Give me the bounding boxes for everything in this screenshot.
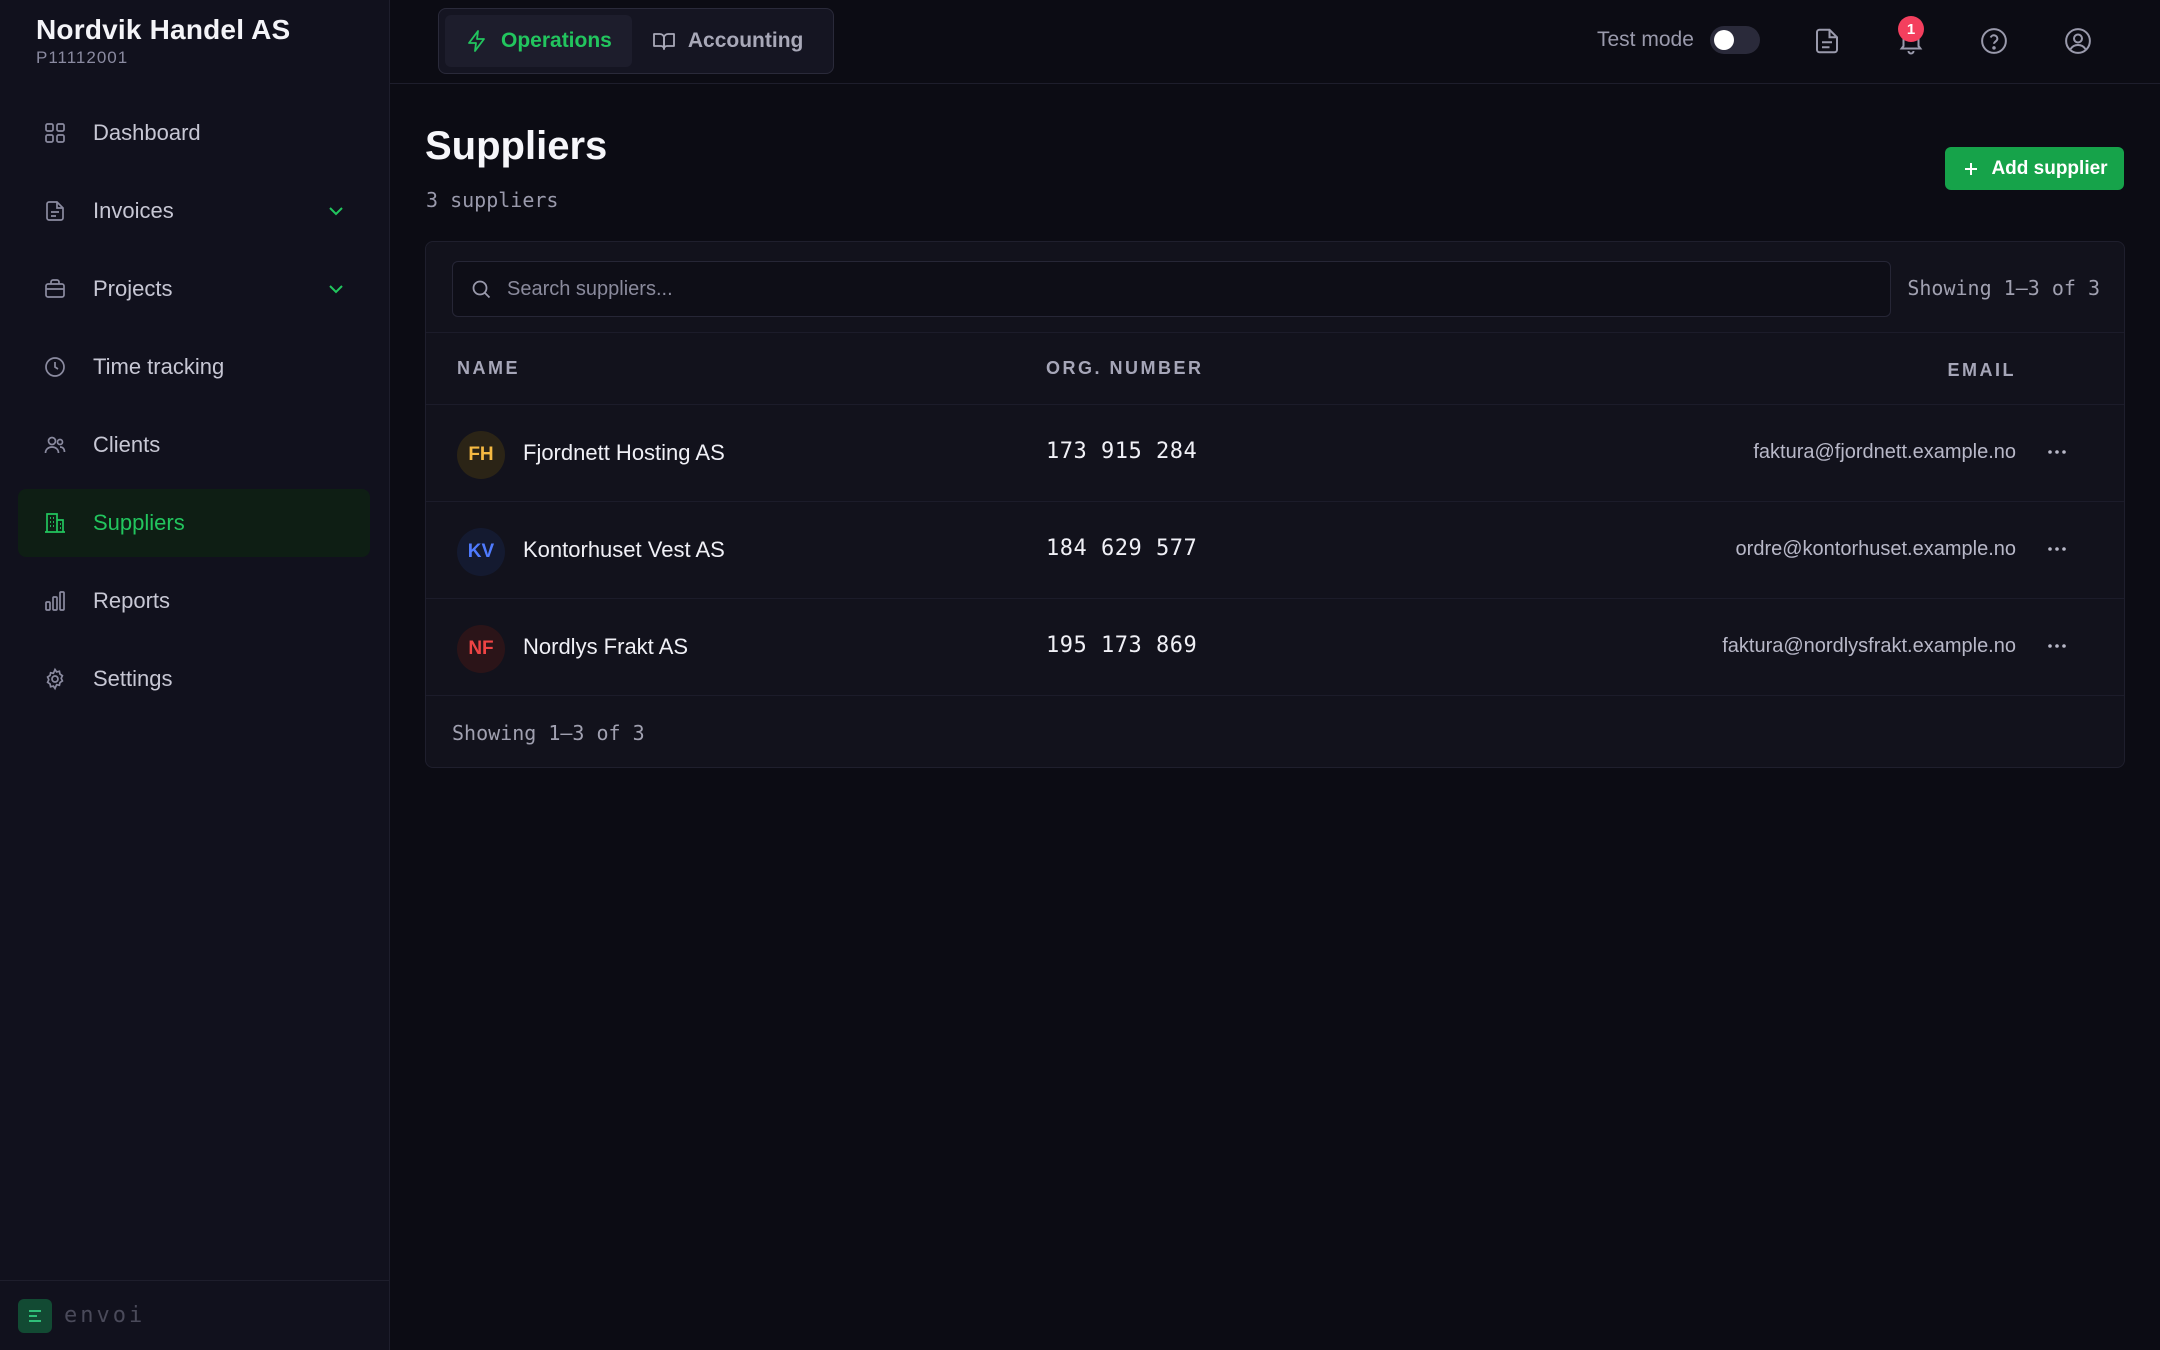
avatar: NF <box>457 625 505 673</box>
tab-operations-label: Operations <box>501 29 612 52</box>
sidebar-item-label: Dashboard <box>93 120 201 145</box>
tab-accounting[interactable]: Accounting <box>632 15 824 67</box>
document-icon[interactable] <box>1810 24 1844 58</box>
top-bar: Operations Accounting Test mode 1 <box>390 0 2160 84</box>
table-row[interactable]: NF Nordlys Frakt AS 195 173 869 faktura@… <box>426 599 2124 696</box>
org-switcher[interactable]: Nordvik Handel AS P11112001 <box>36 14 290 68</box>
supplier-email: faktura@nordlysfrakt.example.no <box>1722 635 2016 657</box>
pagination-summary-top: Showing 1–3 of 3 <box>1907 276 2100 300</box>
file-icon <box>42 198 68 224</box>
help-icon[interactable] <box>1977 24 2011 58</box>
column-header-org-number[interactable]: ORG. NUMBER <box>1046 358 1204 379</box>
test-mode-toggle[interactable] <box>1709 26 1760 54</box>
supplier-count: 3 suppliers <box>426 188 559 212</box>
sidebar-item-dashboard[interactable]: Dashboard <box>18 99 370 167</box>
suppliers-table-card: Showing 1–3 of 3 NAME ORG. NUMBER EMAIL … <box>425 241 2125 768</box>
briefcase-icon <box>42 276 68 302</box>
tab-operations[interactable]: Operations <box>445 15 632 67</box>
tab-accounting-label: Accounting <box>687 29 804 52</box>
test-mode-control: Test mode <box>1597 26 1760 54</box>
sidebar-item-projects[interactable]: Projects <box>18 255 370 323</box>
supplier-name[interactable]: Nordlys Frakt AS <box>523 634 688 660</box>
sidebar-item-suppliers[interactable]: Suppliers <box>18 489 370 557</box>
more-actions-icon[interactable] <box>2042 631 2072 661</box>
user-account-icon[interactable] <box>2061 24 2095 58</box>
supplier-org-number: 173 915 284 <box>1046 439 1198 464</box>
org-name: Nordvik Handel AS <box>36 14 291 45</box>
book-icon <box>652 29 676 53</box>
table-row[interactable]: KV Kontorhuset Vest AS 184 629 577 ordre… <box>426 502 2124 599</box>
sidebar-item-reports[interactable]: Reports <box>18 567 370 635</box>
chevron-down-icon[interactable] <box>324 199 348 223</box>
supplier-name[interactable]: Fjordnett Hosting AS <box>523 440 725 466</box>
toggle-knob <box>1713 30 1734 50</box>
more-actions-icon[interactable] <box>2042 437 2072 467</box>
grid-icon <box>42 120 68 146</box>
chevron-down-icon[interactable] <box>324 277 348 301</box>
sidebar-nav: Dashboard Invoices Projects Time trackin… <box>18 99 370 723</box>
sidebar: Nordvik Handel AS P11112001 Dashboard In… <box>0 0 390 1350</box>
supplier-email: faktura@fjordnett.example.no <box>1753 441 2016 463</box>
sidebar-item-label: Settings <box>93 666 173 691</box>
sidebar-item-label: Clients <box>93 432 161 457</box>
search-icon <box>469 277 493 301</box>
gear-icon <box>42 666 68 692</box>
users-icon <box>42 432 68 458</box>
sidebar-item-label: Suppliers <box>93 510 185 535</box>
plus-icon <box>1961 159 1981 179</box>
bolt-icon <box>465 29 489 53</box>
column-header-email[interactable]: EMAIL <box>1948 360 2017 381</box>
page-title: Suppliers <box>425 124 608 168</box>
building-icon <box>42 510 68 536</box>
sidebar-item-label: Time tracking <box>93 354 225 379</box>
supplier-name[interactable]: Kontorhuset Vest AS <box>523 537 725 563</box>
avatar: FH <box>457 431 505 479</box>
sidebar-footer: envoi <box>0 1280 389 1350</box>
org-id: P11112001 <box>36 48 129 67</box>
supplier-email: ordre@kontorhuset.example.no <box>1735 538 2016 560</box>
sidebar-item-clients[interactable]: Clients <box>18 411 370 479</box>
notification-badge: 1 <box>1898 16 1924 42</box>
sidebar-item-label: Reports <box>93 588 171 613</box>
search-input[interactable] <box>507 262 1890 316</box>
sidebar-item-time-tracking[interactable]: Time tracking <box>18 333 370 401</box>
workspace-switcher: Operations Accounting <box>438 8 834 74</box>
search-box <box>452 261 1891 317</box>
supplier-org-number: 195 173 869 <box>1046 633 1198 658</box>
brand-name: envoi <box>64 1303 146 1328</box>
add-supplier-label: Add supplier <box>1991 157 2108 179</box>
envoi-logo-icon <box>18 1298 52 1333</box>
main-content: Operations Accounting Test mode 1 Suppli… <box>390 0 2160 1350</box>
table-header: NAME ORG. NUMBER EMAIL <box>426 332 2124 405</box>
column-header-name[interactable]: NAME <box>457 358 520 379</box>
sidebar-item-settings[interactable]: Settings <box>18 645 370 713</box>
sidebar-item-invoices[interactable]: Invoices <box>18 177 370 245</box>
clock-icon <box>42 354 68 380</box>
sidebar-item-label: Projects <box>93 276 173 301</box>
sidebar-item-label: Invoices <box>93 198 174 223</box>
test-mode-label: Test mode <box>1597 28 1694 51</box>
app-root: Nordvik Handel AS P11112001 Dashboard In… <box>0 0 2160 1350</box>
avatar: KV <box>457 528 505 576</box>
bar-chart-icon <box>42 588 68 614</box>
table-row[interactable]: FH Fjordnett Hosting AS 173 915 284 fakt… <box>426 405 2124 502</box>
pagination-summary-bottom: Showing 1–3 of 3 <box>452 721 645 745</box>
add-supplier-button[interactable]: Add supplier <box>1945 147 2124 190</box>
more-actions-icon[interactable] <box>2042 534 2072 564</box>
supplier-org-number: 184 629 577 <box>1046 536 1198 561</box>
